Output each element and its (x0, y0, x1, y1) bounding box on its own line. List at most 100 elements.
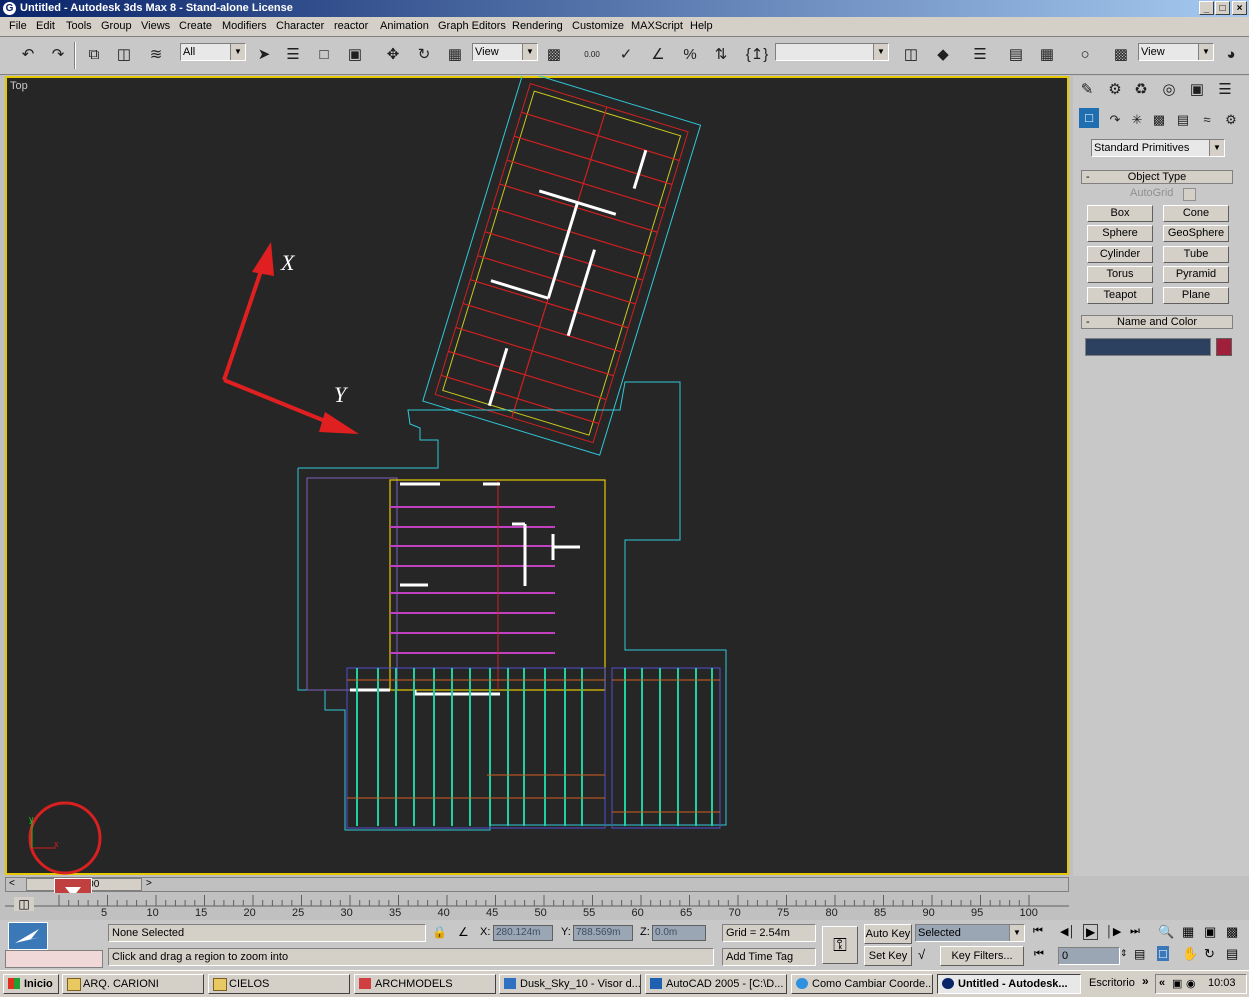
network-icon[interactable]: ▣ (1172, 977, 1182, 990)
modify-tab-icon[interactable]: ⚙ (1103, 78, 1127, 102)
edit-named-selection-icon[interactable]: {↥} (745, 43, 769, 67)
snap-toggle-icon[interactable]: ✓ (614, 43, 638, 67)
select-and-scale-icon[interactable]: ▦ (443, 43, 467, 67)
reference-coordinate-dropdown[interactable]: View ▼ (472, 43, 538, 61)
display-tab-icon[interactable]: ▣ (1185, 78, 1209, 102)
key-mode-dropdown[interactable]: Selected ▼ (915, 924, 1025, 942)
go-to-start-icon[interactable]: ⏮ (1033, 925, 1043, 938)
selection-filter-dropdown[interactable]: All ▼ (180, 43, 246, 61)
tray-expand-button[interactable]: « (1159, 977, 1165, 989)
curve-editor-icon[interactable]: ▤ (1004, 43, 1028, 67)
task-dusk-sky[interactable]: Dusk_Sky_10 - Visor d... (499, 974, 641, 994)
teapot-button[interactable]: Teapot (1087, 287, 1153, 304)
x-coord-field[interactable]: 280.124m (493, 925, 553, 941)
absolute-mode-icon[interactable]: ∠ (458, 925, 469, 939)
space-warps-icon[interactable]: ≈ (1195, 108, 1219, 132)
menu-tools[interactable]: Tools (66, 20, 92, 32)
menu-reactor[interactable]: reactor (334, 20, 368, 32)
menu-character[interactable]: Character (276, 20, 324, 32)
select-and-move-icon[interactable]: ✥ (381, 43, 405, 67)
maximize-viewport-icon[interactable]: ▤ (1226, 946, 1238, 962)
window-crossing-icon[interactable]: ▣ (343, 43, 367, 67)
spinner-snap-toggle-icon[interactable]: ⇅ (709, 43, 733, 67)
zoom-icon[interactable]: 🔍 (1158, 924, 1174, 940)
maximize-button[interactable]: □ (1215, 1, 1230, 15)
menu-group[interactable]: Group (101, 20, 132, 32)
layer-manager-icon[interactable]: ☰ (968, 43, 992, 67)
object-color-swatch[interactable] (1216, 338, 1232, 356)
pivot-center-icon[interactable]: ▩ (542, 43, 566, 67)
redo-icon[interactable]: ↷ (46, 43, 70, 67)
bind-to-space-warp-icon[interactable]: ≋ (144, 43, 168, 67)
name-and-color-rollout[interactable]: - Name and Color (1081, 315, 1233, 329)
select-and-link-icon[interactable]: ⧉ (82, 43, 106, 67)
zoom-all-icon[interactable]: ▦ (1182, 924, 1194, 940)
volume-icon[interactable]: ◉ (1186, 977, 1196, 990)
arc-rotate-icon[interactable]: ↻ (1204, 946, 1215, 962)
shapes-icon[interactable]: ↷ (1103, 108, 1127, 132)
primitive-category-dropdown[interactable]: Standard Primitives ▼ (1091, 139, 1225, 157)
y-coord-field[interactable]: 788.569m (573, 925, 633, 941)
task-cielos[interactable]: CIELOS (208, 974, 350, 994)
cylinder-button[interactable]: Cylinder (1087, 246, 1153, 263)
rectangular-selection-icon[interactable]: □ (312, 43, 336, 67)
zoom-extents-all-icon[interactable]: ▩ (1226, 924, 1238, 940)
render-view-dropdown[interactable]: View ▼ (1138, 43, 1214, 61)
lock-icon[interactable]: 🔒 (432, 925, 447, 939)
set-key-icon[interactable]: ⚿ (822, 926, 858, 964)
plane-button[interactable]: Plane (1163, 287, 1229, 304)
select-object-icon[interactable]: ➤ (252, 43, 276, 67)
align-icon[interactable]: ◆ (931, 43, 955, 67)
menu-animation[interactable]: Animation (380, 20, 429, 32)
autogrid-checkbox[interactable] (1183, 188, 1196, 201)
object-name-input[interactable] (1085, 338, 1211, 356)
menu-edit[interactable]: Edit (36, 20, 55, 32)
torus-button[interactable]: Torus (1087, 266, 1153, 283)
close-button[interactable]: × (1232, 1, 1247, 15)
time-configuration-icon[interactable]: ▤ (1134, 947, 1145, 961)
select-by-name-icon[interactable]: ☰ (281, 43, 305, 67)
menu-create[interactable]: Create (179, 20, 212, 32)
key-tangent-icon[interactable]: √ (918, 947, 925, 962)
geometry-icon[interactable]: □ (1079, 108, 1099, 128)
task-archmodels[interactable]: ARCHMODELS (354, 974, 496, 994)
pan-icon[interactable]: ✋ (1182, 946, 1198, 962)
zoom-extents-icon[interactable]: ▣ (1204, 924, 1216, 940)
percent-snap-icon[interactable]: % (678, 43, 702, 67)
task-arq-carioni[interactable]: ARQ. CARIONI (62, 974, 204, 994)
systems-icon[interactable]: ⚙ (1219, 108, 1243, 132)
task-autocad[interactable]: AutoCAD 2005 - [C:\D... (645, 974, 787, 994)
play-icon[interactable]: ▶ (1083, 924, 1099, 940)
cone-button[interactable]: Cone (1163, 205, 1229, 222)
clock[interactable]: 10:03 (1208, 977, 1236, 989)
menu-graph-editors[interactable]: Graph Editors (438, 20, 506, 32)
unlink-selection-icon[interactable]: ◫ (112, 43, 136, 67)
open-mini-curve-editor-icon[interactable]: ◫ (14, 897, 34, 911)
toolbar-chevron[interactable]: » (1142, 974, 1149, 988)
pyramid-button[interactable]: Pyramid (1163, 266, 1229, 283)
helpers-icon[interactable]: ▤ (1171, 108, 1195, 132)
sphere-button[interactable]: Sphere (1087, 225, 1153, 242)
time-next-button[interactable]: > (146, 878, 152, 889)
hierarchy-tab-icon[interactable]: ♻ (1129, 78, 1153, 102)
menu-views[interactable]: Views (141, 20, 170, 32)
key-filters-button[interactable]: Key Filters... (940, 946, 1024, 966)
go-to-end-icon[interactable]: ⏭ (1130, 925, 1140, 938)
z-coord-field[interactable]: 0.0m (652, 925, 706, 941)
spinner-snap-icon[interactable]: 0.00 (580, 43, 604, 67)
geosphere-button[interactable]: GeoSphere (1163, 225, 1229, 242)
add-time-tag[interactable]: Add Time Tag (722, 948, 816, 966)
frame-spinner-icon[interactable]: ⇕ (1120, 948, 1128, 959)
material-editor-icon[interactable]: ○ (1073, 43, 1097, 67)
next-frame-icon[interactable]: │▶ (1106, 925, 1121, 938)
mirror-icon[interactable]: ◫ (899, 43, 923, 67)
menu-rendering[interactable]: Rendering (512, 20, 563, 32)
region-zoom-icon[interactable]: □ (1157, 946, 1169, 961)
start-button[interactable]: Inicio (3, 974, 59, 994)
time-prev-button[interactable]: < (9, 878, 15, 889)
desktop-toolbar-label[interactable]: Escritorio (1089, 977, 1135, 989)
menu-help[interactable]: Help (690, 20, 713, 32)
menu-maxscript[interactable]: MAXScript (631, 20, 683, 32)
task-3ds-max[interactable]: Untitled - Autodesk... (937, 974, 1081, 994)
tube-button[interactable]: Tube (1163, 246, 1229, 263)
